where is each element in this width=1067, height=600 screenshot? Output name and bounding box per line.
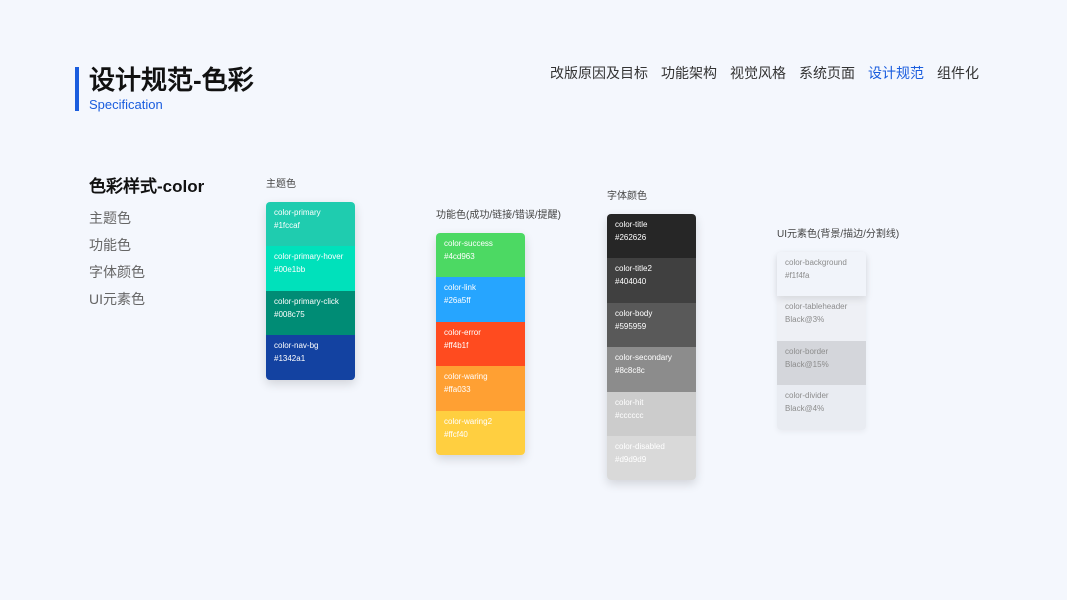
swatch-name: color-divider [785,391,829,401]
swatch-color-title: color-title #262626 [607,214,696,259]
swatch-name: color-tableheader [785,302,848,312]
swatch-name: color-primary-hover [274,252,344,262]
swatch-name: color-title [615,220,648,229]
palette-card: color-success #4cd963 color-link #26a5ff… [436,233,525,455]
swatch-value: #ff4b1f [444,340,469,350]
swatch-color-disabled: color-disabled #d9d9d9 [607,435,696,481]
swatch-name: color-background [785,258,847,267]
swatch-name: color-primary-click [274,296,339,306]
swatch-color-divider: color-divider Black@4% [777,385,866,430]
palette-ui-elements: UI元素色(背景/描边/分割线) color-background #f1f4f… [777,228,900,430]
swatch-color-waring2: color-waring2 #ffcf40 [436,410,525,455]
swatch-color-nav-bg: color-nav-bg #1342a1 [266,335,355,380]
swatch-value: #ffa033 [444,385,471,395]
page-title: 设计规范-色彩 [89,65,254,95]
swatch-color-primary-hover: color-primary-hover #00e1bb [266,246,355,291]
section-index-item-functional: 功能色 [89,237,131,253]
swatch-value: #cccccc [615,410,644,420]
swatch-value: Black@15% [785,359,829,369]
palette-text: 字体颜色 color-title #262626 color-title2 #4… [607,190,696,481]
palette-label: UI元素色(背景/描边/分割线) [777,229,900,240]
swatch-color-body: color-body #595959 [607,302,696,348]
section-index-item-theme: 主题色 [89,210,131,226]
swatch-value: #262626 [615,233,647,242]
page-subtitle: Specification [89,97,163,112]
swatch-color-title2: color-title2 #404040 [607,258,696,303]
nav-item-visual-style[interactable]: 视觉风格 [730,63,786,83]
swatch-name: color-nav-bg [274,341,319,351]
swatch-name: color-link [444,283,477,293]
swatch-value: Black@3% [785,315,825,325]
swatch-name: color-secondary [615,353,672,363]
swatch-value: #26a5ff [444,296,471,306]
swatch-value: #1342a1 [274,354,306,364]
swatch-color-background: color-background #f1f4fa [777,252,866,297]
swatch-color-hit: color-hit #cccccc [607,391,696,436]
swatch-color-primary: color-primary #1fccaf [266,202,355,247]
palette-label: 字体颜色 [607,191,647,202]
palette-theme: 主题色 color-primary #1fccaf color-primary-… [266,178,355,380]
top-nav: 改版原因及目标 功能架构 视觉风格 系统页面 设计规范 组件化 [550,63,979,83]
swatch-value: #ffcf40 [444,429,468,439]
nav-item-components[interactable]: 组件化 [937,63,979,83]
swatch-value: Black@4% [785,404,825,414]
swatch-value: #404040 [615,277,647,287]
palette-label: 主题色 [266,179,296,190]
palette-card: color-primary #1fccaf color-primary-hove… [266,202,355,380]
swatch-color-error: color-error #ff4b1f [436,321,525,367]
section-index-item-text: 字体颜色 [89,264,145,280]
swatch-color-secondary: color-secondary #8c8c8c [607,347,696,392]
swatch-color-success: color-success #4cd963 [436,233,525,278]
swatch-name: color-success [444,239,493,248]
swatch-value: #1fccaf [274,221,300,230]
section-title: 色彩样式-color [89,177,205,196]
nav-item-system-pages[interactable]: 系统页面 [799,63,855,83]
swatch-value: #008c75 [274,309,305,319]
swatch-color-primary-click: color-primary-click #008c75 [266,290,355,336]
section-index: 主题色 功能色 字体颜色 UI元素色 [89,205,145,313]
swatch-value: #d9d9d9 [615,454,647,464]
palette-card: color-title #262626 color-title2 #404040… [607,214,696,481]
swatch-value: #f1f4fa [785,271,810,280]
swatch-name: color-primary [274,208,321,217]
swatch-name: color-title2 [615,264,652,274]
palette-functional: 功能色(成功/链接/错误/提醒) color-success #4cd963 c… [436,209,561,455]
nav-item-architecture[interactable]: 功能架构 [661,63,717,83]
swatch-name: color-waring2 [444,416,493,426]
nav-item-design-spec[interactable]: 设计规范 [868,63,924,83]
swatch-name: color-waring [444,372,488,382]
palette-card: color-background #f1f4fa color-tablehead… [777,252,866,430]
swatch-color-link: color-link #26a5ff [436,277,525,322]
swatch-name: color-disabled [615,441,665,451]
swatch-name: color-border [785,346,829,356]
swatch-value: #595959 [615,321,647,331]
swatch-value: #8c8c8c [615,366,645,376]
swatch-name: color-hit [615,397,644,407]
swatch-name: color-body [615,308,653,318]
swatch-name: color-error [444,327,481,337]
swatch-color-waring: color-waring #ffa033 [436,366,525,411]
swatch-value: #4cd963 [444,252,475,261]
palette-label: 功能色(成功/链接/错误/提醒) [436,210,561,221]
section-index-item-ui: UI元素色 [89,291,145,307]
swatch-value: #00e1bb [274,265,306,275]
swatch-color-border: color-border Black@15% [777,340,866,386]
title-accent-bar [75,67,79,111]
nav-item-revision-goals[interactable]: 改版原因及目标 [550,63,648,83]
swatch-color-tableheader: color-tableheader Black@3% [777,296,866,341]
